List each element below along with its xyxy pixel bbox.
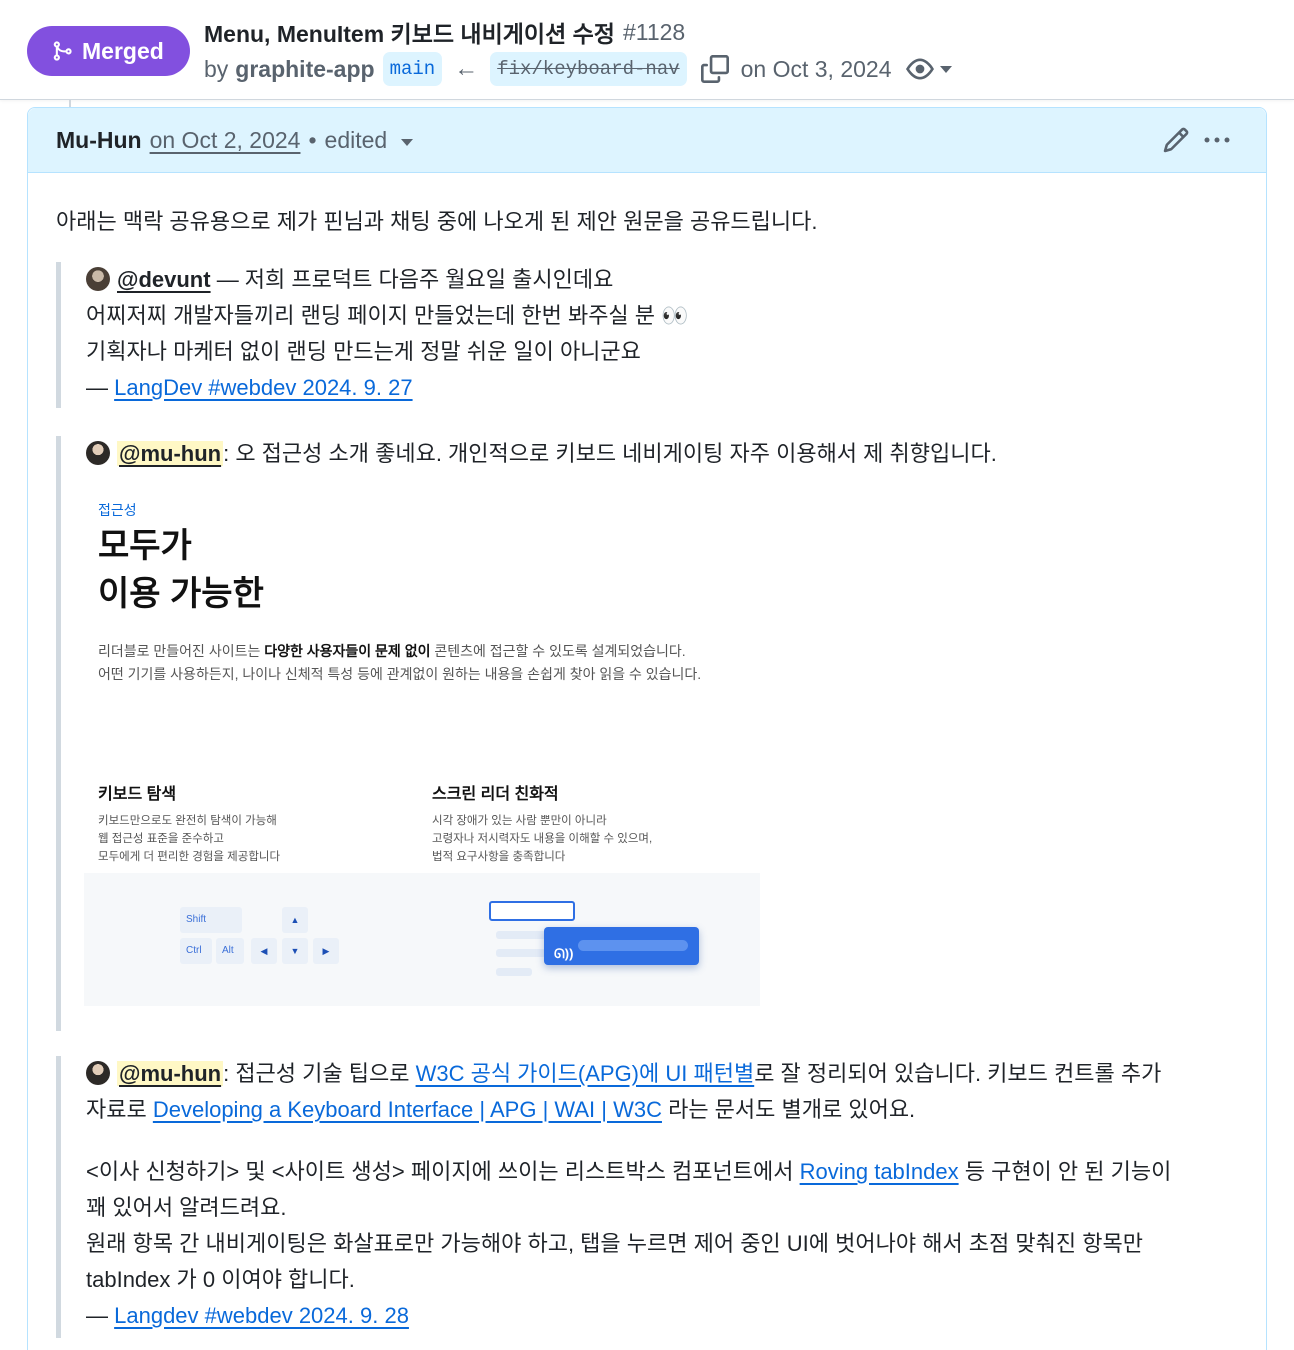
pr-title: Menu, MenuItem 키보드 내비게이션 수정 xyxy=(204,21,615,47)
arrow-up-key-icon: ▲ xyxy=(282,907,308,933)
source-link[interactable]: Langdev #webdev 2024. 9. 28 xyxy=(114,1303,409,1328)
apg-patterns-link[interactable]: W3C 공식 가이드(APG)에 UI 패턴별 xyxy=(416,1061,755,1086)
placeholder-bar xyxy=(578,940,688,951)
intro-paragraph: 아래는 맥락 공유용으로 제가 핀님과 채팅 중에 나오게 된 제안 원문을 공… xyxy=(56,209,818,234)
quote-line: 어찌저찌 개발자들끼리 랜딩 페이지 만들었는데 한번 봐주실 분 👀 xyxy=(86,303,689,328)
quote-text: : 접근성 기술 팁으로 xyxy=(223,1061,416,1086)
mention-mu-hun[interactable]: @mu-hun xyxy=(117,1061,224,1086)
pr-number[interactable]: #1128 xyxy=(623,19,685,46)
chevron-down-icon[interactable] xyxy=(939,65,952,73)
quote-text: 자료로 xyxy=(86,1097,153,1122)
quote-paragraph-2: <이사 신청하기> 및 <사이트 생성> 페이지에 쓰이는 리스트박스 컴포넌트… xyxy=(86,1154,1236,1334)
mention-devunt[interactable]: @devunt xyxy=(117,267,211,292)
kebab-menu-icon[interactable] xyxy=(1202,128,1232,152)
quote-line: @mu-hun: 접근성 기술 팁으로 W3C 공식 가이드(APG)에 UI … xyxy=(86,1056,1236,1092)
edit-history-chevron-down-icon[interactable] xyxy=(401,138,414,146)
pr-author-link[interactable]: graphite-app xyxy=(235,56,374,83)
pr-title-line: Menu, MenuItem 키보드 내비게이션 수정 #1128 xyxy=(204,14,685,50)
avatar[interactable] xyxy=(86,441,110,465)
pr-sticky-header: Merged Menu, MenuItem 키보드 내비게이션 수정 #1128… xyxy=(0,0,1294,100)
comment-timestamp-link[interactable]: on Oct 2, 2024 xyxy=(150,127,301,154)
quote-line: tabIndex 가 0 이여야 합니다. xyxy=(86,1267,355,1292)
placeholder-line xyxy=(496,931,546,939)
quote-paragraph-1: @mu-hun: 접근성 기술 팁으로 W3C 공식 가이드(APG)에 UI … xyxy=(86,1056,1236,1128)
feature-keyboard: 키보드 탐색 키보드만으로도 완전히 탐색이 가능해 웹 접근성 표준을 준수하고… xyxy=(98,784,280,866)
by-label: by xyxy=(204,55,229,82)
focused-element-outline xyxy=(489,901,575,921)
blockquote-devunt: @devunt — 저희 프로덕트 다음주 월요일 출시인데요 어찌저찌 개발자… xyxy=(56,262,1236,408)
feature-desc: 시각 장애가 있는 사람 뿐만이 아니라 고령자나 저시력자도 내용을 이해할 수… xyxy=(432,815,653,863)
quote-text: : 오 접근성 소개 좋네요. 개인적으로 키보드 네비게이팅 자주 이용해서 … xyxy=(223,441,997,466)
pencil-icon[interactable] xyxy=(1162,126,1190,154)
pr-meta: by graphite-app main ← fix/keyboard-nav … xyxy=(204,50,952,88)
merged-state-badge: Merged xyxy=(27,26,190,76)
quote-source-line: — Langdev #webdev 2024. 9. 28 xyxy=(86,1298,1236,1334)
quote-line: 자료로 Developing a Keyboard Interface | AP… xyxy=(86,1092,1236,1128)
source-link[interactable]: LangDev #webdev 2024. 9. 27 xyxy=(114,375,412,400)
avatar[interactable] xyxy=(86,267,110,291)
merged-date: on Oct 3, 2024 xyxy=(740,55,892,82)
placeholder-line xyxy=(496,949,546,957)
quote-text: 로 잘 정리되어 있습니다. 키보드 컨트롤 추가 xyxy=(754,1061,1162,1086)
embed-description: 리더블로 만들어진 사이트는 다양한 사용자들이 문제 없이 콘텐츠에 접근할 … xyxy=(98,640,701,686)
dash: — xyxy=(86,1303,115,1328)
blockquote-mu-hun-2: @mu-hun: 접근성 기술 팁으로 W3C 공식 가이드(APG)에 UI … xyxy=(56,1056,1236,1338)
quote-text: <이사 신청하기> 및 <사이트 생성> 페이지에 쓰이는 리스트박스 컴포넌트… xyxy=(86,1159,800,1184)
quote-line: 원래 항목 간 내비게이팅은 화살표로만 가능해야 하고, 탭을 누르면 제어 … xyxy=(86,1231,1143,1256)
quote-text: 등 구현이 안 된 기능이 xyxy=(958,1159,1172,1184)
feature-title: 키보드 탐색 xyxy=(98,786,177,803)
base-branch[interactable]: main xyxy=(382,52,443,86)
keyboard-interface-link[interactable]: Developing a Keyboard Interface | APG | … xyxy=(153,1097,662,1122)
embed-heading: 모두가 이용 가능한 xyxy=(98,522,264,618)
ear-sound-icon: ᘏ)) xyxy=(554,946,574,961)
arrow-right-key-icon: ▶ xyxy=(313,938,339,964)
quote-source-line: — LangDev #webdev 2024. 9. 27 xyxy=(86,370,1236,406)
feature-desc: 키보드만으로도 완전히 탐색이 가능해 웹 접근성 표준을 준수하고 모두에게 더 … xyxy=(98,815,281,863)
feature-screen-reader: 스크린 리더 친화적 시각 장애가 있는 사람 뿐만이 아니라 고령자나 저시력자… xyxy=(432,784,652,866)
key-shift: Shift xyxy=(180,907,242,933)
git-merge-icon xyxy=(53,41,72,61)
quote-line: 꽤 있어서 알려드려요. xyxy=(86,1195,287,1220)
quote-line: <이사 신청하기> 및 <사이트 생성> 페이지에 쓰이는 리스트박스 컴포넌트… xyxy=(86,1154,1236,1190)
desc-text: 콘텐츠에 접근할 수 있도록 설계되었습니다. xyxy=(430,643,686,659)
eye-icon[interactable] xyxy=(905,58,934,80)
avatar[interactable] xyxy=(86,1061,110,1085)
roving-tabindex-link[interactable]: Roving tabIndex xyxy=(800,1159,959,1184)
desc-text: 리더블로 만들어진 사이트는 xyxy=(98,643,265,659)
separator: • xyxy=(308,126,317,153)
desc-line: 어떤 기기를 사용하든지, 나이나 신체적 특성 등에 관계없이 원하는 내용을… xyxy=(98,666,702,682)
comment-header: Mu-Hun on Oct 2, 2024 • edited xyxy=(28,108,1266,173)
desc-line: 리더블로 만들어진 사이트는 다양한 사용자들이 문제 없이 콘텐츠에 접근할 … xyxy=(98,640,701,663)
quote-line: @devunt — 저희 프로덕트 다음주 월요일 출시인데요 xyxy=(86,262,1236,298)
arrow-left-key-icon: ◀ xyxy=(251,938,277,964)
feature-title: 스크린 리더 친화적 xyxy=(432,786,559,803)
placeholder-line xyxy=(496,968,532,976)
key-ctrl: Ctrl xyxy=(180,938,212,964)
comment-author-link[interactable]: Mu-Hun xyxy=(56,127,142,154)
quote-line: @mu-hun: 오 접근성 소개 좋네요. 개인적으로 키보드 네비게이팅 자… xyxy=(86,436,1236,472)
comment-box: Mu-Hun on Oct 2, 2024 • edited 아래는 맥락 공유… xyxy=(27,107,1267,1350)
state-label: Merged xyxy=(82,37,164,64)
quote-line: 기획자나 마케터 없이 랜딩 만드는게 정말 쉬운 일이 아니군요 xyxy=(86,339,641,364)
edited-label[interactable]: edited xyxy=(325,127,388,154)
key-alt: Alt xyxy=(216,938,244,964)
copy-icon[interactable] xyxy=(700,55,729,83)
quote-text: — 저희 프로덕트 다음주 월요일 출시인데요 xyxy=(210,267,614,292)
arrow-down-key-icon: ▼ xyxy=(282,938,308,964)
quote-text: 라는 문서도 별개로 있어요. xyxy=(661,1097,916,1122)
desc-emphasis: 다양한 사용자들이 문제 없이 xyxy=(264,643,431,659)
mention-mu-hun[interactable]: @mu-hun xyxy=(117,441,224,466)
dash: — xyxy=(86,375,115,400)
heading-line: 모두가 xyxy=(98,527,192,565)
heading-line: 이용 가능한 xyxy=(98,575,264,613)
embedded-screenshot[interactable]: 접근성 모두가 이용 가능한 리더블로 만들어진 사이트는 다양한 사용자들이 … xyxy=(84,478,760,1006)
arrow-left-icon: ← xyxy=(454,55,479,82)
head-branch[interactable]: fix/keyboard-nav xyxy=(490,52,687,86)
illustration-area: Shift ▲ Ctrl Alt ◀ ▼ ▶ ᘏ)) xyxy=(84,873,760,1006)
screen-reader-popup: ᘏ)) xyxy=(544,927,699,965)
